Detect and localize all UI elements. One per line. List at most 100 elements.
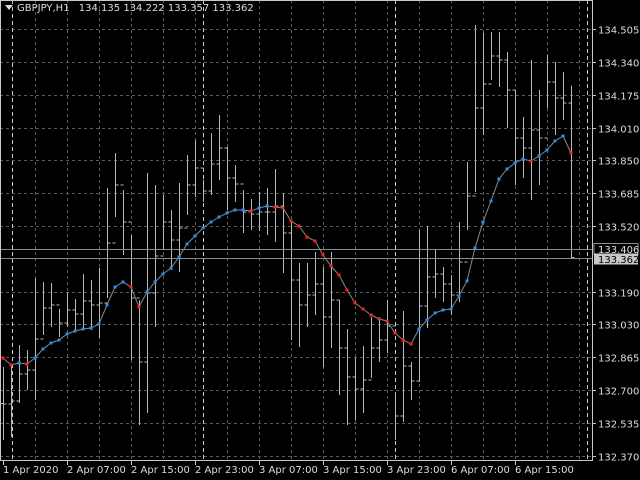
ma-point	[561, 134, 565, 138]
ma-point	[505, 167, 509, 171]
grid	[0, 0, 592, 460]
ma-point	[553, 139, 557, 143]
ohlc-bar	[504, 52, 511, 128]
symbol-timeframe: GBPJPY,H1	[17, 3, 70, 14]
ohlc-bar	[416, 230, 423, 382]
ohlc-bar	[128, 221, 135, 360]
ohlc-bar	[64, 292, 71, 327]
ohlc-bar	[224, 147, 231, 210]
ma-point	[209, 220, 213, 224]
ma-point	[385, 319, 389, 323]
ma-point	[9, 363, 13, 367]
time-tick-label: 6 Apr 07:00	[451, 465, 510, 476]
header-high: 134.222	[123, 3, 165, 14]
ma-point	[281, 206, 285, 210]
ma-point	[345, 288, 349, 292]
ma-point	[297, 224, 301, 228]
ma-point	[361, 307, 365, 311]
ohlc-bar	[264, 188, 271, 235]
chart-frame	[0, 0, 593, 461]
ma-point	[169, 266, 173, 270]
ma-point	[441, 308, 445, 312]
ohlc-bar	[400, 311, 407, 422]
ma-point	[145, 290, 149, 294]
price-tick-label: 133.850	[598, 157, 639, 168]
price-chart[interactable]: 134.505 134.340 134.175 134.010 133.850 133.6…	[0, 0, 640, 480]
ma-point	[489, 199, 493, 203]
header-open: 134.135	[78, 3, 121, 14]
ma-point	[17, 361, 21, 365]
ohlc-bar	[168, 210, 175, 270]
ohlc-bar	[520, 117, 527, 178]
ma-point	[137, 305, 141, 309]
ma-point	[25, 362, 29, 366]
ma-point	[241, 208, 245, 212]
ohlc-bar	[336, 299, 343, 395]
time-axis[interactable]: 1 Apr 2020 2 Apr 07:00 2 Apr 15:00 2 Apr 23…	[3, 460, 574, 476]
ma-point	[457, 294, 461, 298]
ohlc-bar	[424, 226, 431, 328]
ohlc-bar	[72, 299, 79, 330]
ma-point	[105, 303, 109, 307]
ma-point	[129, 285, 133, 289]
price-tick-label: 133.030	[598, 321, 639, 332]
price-tick-label: 134.175	[598, 92, 639, 103]
ohlc-bar	[40, 282, 47, 340]
ma-point	[249, 209, 253, 213]
time-tick-label: 3 Apr 23:00	[387, 465, 446, 476]
ohlc-bar	[312, 252, 319, 315]
ohlc-bar	[280, 193, 287, 273]
ma-point	[1, 356, 5, 360]
ohlc-bar	[80, 274, 87, 328]
ohlc-bar	[160, 195, 167, 257]
ohlc-bar	[208, 133, 215, 195]
bid-label-box: 133.362	[594, 253, 639, 266]
price-tick-label: 132.865	[598, 354, 639, 365]
price-tick-label: 132.535	[598, 420, 639, 431]
ohlc-bar	[232, 165, 239, 202]
ohlc-bar	[440, 267, 447, 302]
time-tick-label: 3 Apr 07:00	[259, 465, 318, 476]
bid-price-label: 133.362	[598, 255, 639, 266]
ma-point	[449, 307, 453, 311]
dropdown-triangle-icon[interactable]	[5, 5, 13, 10]
time-tick-label: 6 Apr 15:00	[515, 465, 574, 476]
ohlc-bar	[480, 33, 487, 135]
ohlc-bar	[136, 297, 143, 425]
ma-point	[369, 313, 373, 317]
ma-point	[33, 356, 37, 360]
ohlc-bar	[192, 140, 199, 197]
ma-point	[257, 206, 261, 210]
ma-line	[2, 135, 572, 366]
ma-point	[41, 347, 45, 351]
ma-point	[73, 329, 77, 333]
ohlc-bar	[384, 300, 391, 353]
ma-point	[201, 226, 205, 230]
ma-point	[425, 318, 429, 322]
ohlc-bar	[488, 32, 495, 85]
ma-point	[89, 326, 93, 330]
ohlc-bar	[544, 55, 551, 139]
ma-point	[545, 148, 549, 152]
header-close: 133.362	[212, 3, 254, 14]
price-tick-label: 132.700	[598, 387, 639, 398]
ohlc-bar	[352, 358, 359, 420]
ma-point	[529, 159, 533, 163]
ma-point	[49, 341, 53, 345]
ohlc-bar	[304, 263, 311, 327]
ohlc-bar	[512, 89, 519, 185]
ohlc-bar	[456, 222, 463, 302]
ohlc-bar	[472, 25, 479, 197]
ohlc-bar	[32, 278, 39, 400]
ma-point	[537, 154, 541, 158]
ma-point	[377, 317, 381, 321]
ma-point	[353, 301, 357, 305]
ohlc-bar	[368, 317, 375, 381]
ma-point	[409, 342, 413, 346]
ma-point	[193, 234, 197, 238]
ohlc-bar	[56, 304, 63, 337]
price-tick-label: 133.190	[598, 289, 639, 300]
ma-point	[153, 280, 157, 284]
ma-point	[57, 338, 61, 342]
moving-average	[1, 134, 573, 367]
